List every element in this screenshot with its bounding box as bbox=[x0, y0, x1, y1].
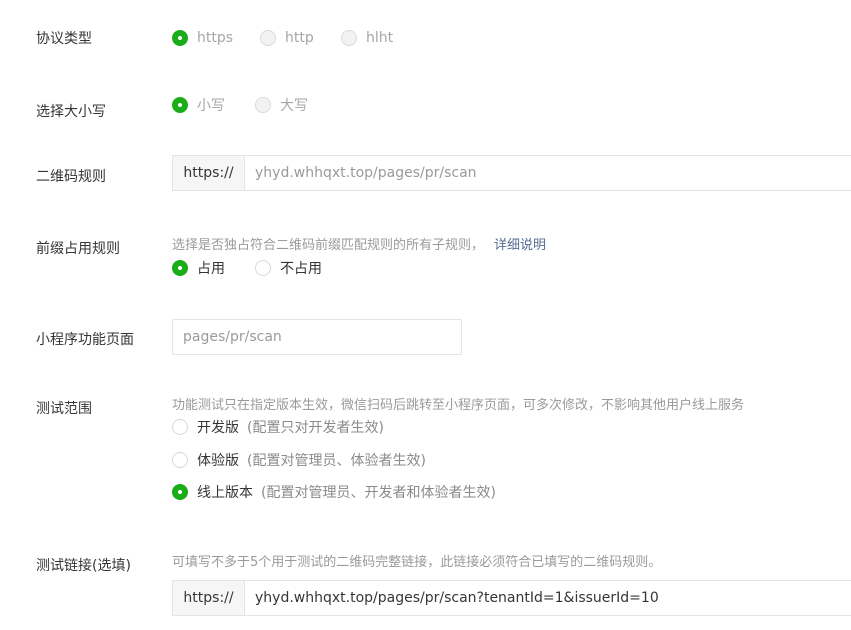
radio-checked-icon bbox=[172, 260, 188, 276]
radio-checked-icon bbox=[172, 30, 188, 46]
prefix-occupy-hint: 选择是否独占符合二维码前缀匹配规则的所有子规则， 详细说明 bbox=[172, 234, 546, 253]
test-link-label: 测试链接(选填) bbox=[36, 558, 131, 574]
test-scope-option-note: (配置对管理员、开发者和体验者生效) bbox=[261, 485, 496, 501]
radio-checked-icon bbox=[172, 97, 188, 113]
test-scope-radio-release[interactable]: 线上版本 (配置对管理员、开发者和体验者生效) bbox=[172, 482, 496, 502]
test-scope-radio-develop[interactable]: 开发版 (配置只对开发者生效) bbox=[172, 417, 384, 437]
protocol-option-label: http bbox=[285, 30, 314, 46]
radio-unchecked-icon bbox=[255, 97, 271, 113]
radio-checked-icon bbox=[172, 484, 188, 500]
protocol-label: 协议类型 bbox=[36, 31, 92, 47]
qr-code-rule-form: 协议类型 https http hlht 选择大小写 小写 大写 二维码规则 h… bbox=[0, 0, 851, 630]
prefix-occupy-radio-occupy[interactable]: 占用 bbox=[172, 258, 225, 278]
protocol-option-label: https bbox=[197, 30, 234, 46]
test-scope-option-label: 体验版 bbox=[197, 453, 239, 469]
protocol-option-label: hlht bbox=[366, 30, 394, 46]
qr-rule-label: 二维码规则 bbox=[36, 169, 106, 185]
mini-page-input[interactable]: pages/pr/scan bbox=[172, 319, 462, 355]
test-scope-option-note: (配置只对开发者生效) bbox=[247, 420, 384, 436]
test-scope-radio-trial[interactable]: 体验版 (配置对管理员、体验者生效) bbox=[172, 450, 426, 470]
test-scope-option-note: (配置对管理员、体验者生效) bbox=[247, 453, 426, 469]
radio-unchecked-icon bbox=[255, 260, 271, 276]
prefix-occupy-option-label: 不占用 bbox=[280, 261, 322, 277]
case-option-label: 小写 bbox=[197, 98, 225, 114]
radio-unchecked-icon bbox=[260, 30, 276, 46]
test-link-field[interactable]: https:// yhyd.whhqxt.top/pages/pr/scan?t… bbox=[172, 580, 851, 616]
test-link-input[interactable]: yhyd.whhqxt.top/pages/pr/scan?tenantId=1… bbox=[245, 581, 851, 615]
test-link-prefix: https:// bbox=[173, 581, 245, 615]
prefix-occupy-label: 前缀占用规则 bbox=[36, 241, 120, 257]
case-radio-lower: 小写 bbox=[172, 95, 225, 115]
radio-unchecked-icon bbox=[341, 30, 357, 46]
case-option-label: 大写 bbox=[280, 98, 308, 114]
prefix-occupy-hint-text: 选择是否独占符合二维码前缀匹配规则的所有子规则， bbox=[172, 238, 485, 253]
qr-rule-value: yhyd.whhqxt.top/pages/pr/scan bbox=[255, 165, 477, 181]
prefix-occupy-option-label: 占用 bbox=[197, 261, 225, 277]
protocol-radio-hlht: hlht bbox=[341, 30, 393, 46]
case-radio-upper: 大写 bbox=[255, 95, 308, 115]
details-link[interactable]: 详细说明 bbox=[494, 238, 546, 253]
test-scope-hint: 功能测试只在指定版本生效，微信扫码后跳转至小程序页面，可多次修改，不影响其他用户… bbox=[172, 398, 745, 413]
qr-rule-field: https:// yhyd.whhqxt.top/pages/pr/scan bbox=[172, 155, 851, 191]
prefix-occupy-radio-not-occupy[interactable]: 不占用 bbox=[255, 258, 322, 278]
test-scope-label: 测试范围 bbox=[36, 401, 92, 417]
test-scope-option-label: 线上版本 bbox=[197, 485, 253, 501]
test-link-hint: 可填写不多于5个用于测试的二维码完整链接，此链接必须符合已填写的二维码规则。 bbox=[172, 555, 662, 570]
protocol-radio-http: http bbox=[260, 30, 314, 46]
case-label: 选择大小写 bbox=[36, 104, 106, 120]
protocol-radio-https: https bbox=[172, 30, 233, 46]
radio-unchecked-icon bbox=[172, 452, 188, 468]
test-scope-option-label: 开发版 bbox=[197, 420, 239, 436]
mini-page-label: 小程序功能页面 bbox=[36, 332, 134, 348]
qr-rule-prefix: https:// bbox=[173, 156, 245, 190]
radio-unchecked-icon bbox=[172, 419, 188, 435]
